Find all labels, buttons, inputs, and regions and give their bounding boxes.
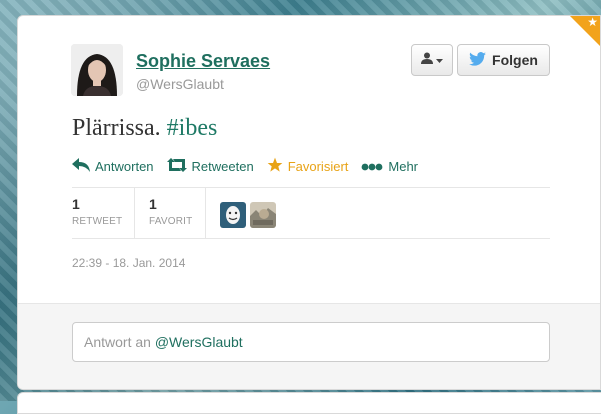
retweet-label: Retweeten [191,159,254,174]
favorite-count: 1 [149,196,157,212]
reply-input[interactable]: Antwort an @WersGlaubt [72,322,550,362]
retweet-count: 1 [72,196,80,212]
tweet-stats: 1 RETWEET 1 FAVORIT [72,188,276,238]
favoriter-avatar[interactable] [250,202,276,228]
retweet-stat[interactable]: 1 RETWEET [72,188,135,238]
retweeter-avatar[interactable] [220,202,246,228]
tweet-timestamp[interactable]: 22:39 - 18. Jan. 2014 [72,256,185,270]
favorite-label: Favorisiert [287,159,349,174]
user-faces [206,188,276,238]
follow-button-label: Folgen [492,52,538,68]
favorite-count-label: FAVORIT [149,216,193,227]
star-icon [267,157,283,176]
favorite-action[interactable]: Favorisiert [267,157,349,176]
avatar[interactable] [71,44,123,96]
hashtag-link[interactable]: #ibes [167,115,218,141]
tweet-card: ★ Sophie Servaes @WersGlaubt Folgen Plär… [17,15,601,390]
retweet-icon [166,158,187,175]
reply-prefix: Antwort an [84,334,151,350]
tweet-text: Plärrissa. #ibes [72,115,217,142]
user-name-link[interactable]: Sophie Servaes [136,51,270,72]
corner-star-icon: ★ [587,15,598,29]
more-label: Mehr [388,159,419,174]
more-icon [361,159,383,174]
reply-area: Antwort an @WersGlaubt [18,303,600,389]
user-actions-dropdown[interactable] [411,44,453,76]
reply-icon [72,158,90,175]
user-handle[interactable]: @WersGlaubt [136,76,224,92]
stats-bottom-divider [72,238,550,239]
tweet-actions: Antworten Retweeten Favorisiert Mehr [72,157,431,176]
caret-down-icon [436,51,443,69]
retweet-count-label: RETWEET [72,216,123,227]
next-tweet-card [17,392,601,414]
reply-label: Antworten [95,159,154,174]
more-action[interactable]: Mehr [361,157,418,176]
tweet-body: Plärrissa. [72,115,161,141]
favorite-stat[interactable]: 1 FAVORIT [135,188,206,238]
follow-button[interactable]: Folgen [457,44,550,76]
person-icon [421,51,433,69]
twitter-bird-icon [469,51,486,69]
reply-mention: @WersGlaubt [154,334,243,350]
reply-action[interactable]: Antworten [72,157,154,176]
retweet-action[interactable]: Retweeten [166,157,254,176]
